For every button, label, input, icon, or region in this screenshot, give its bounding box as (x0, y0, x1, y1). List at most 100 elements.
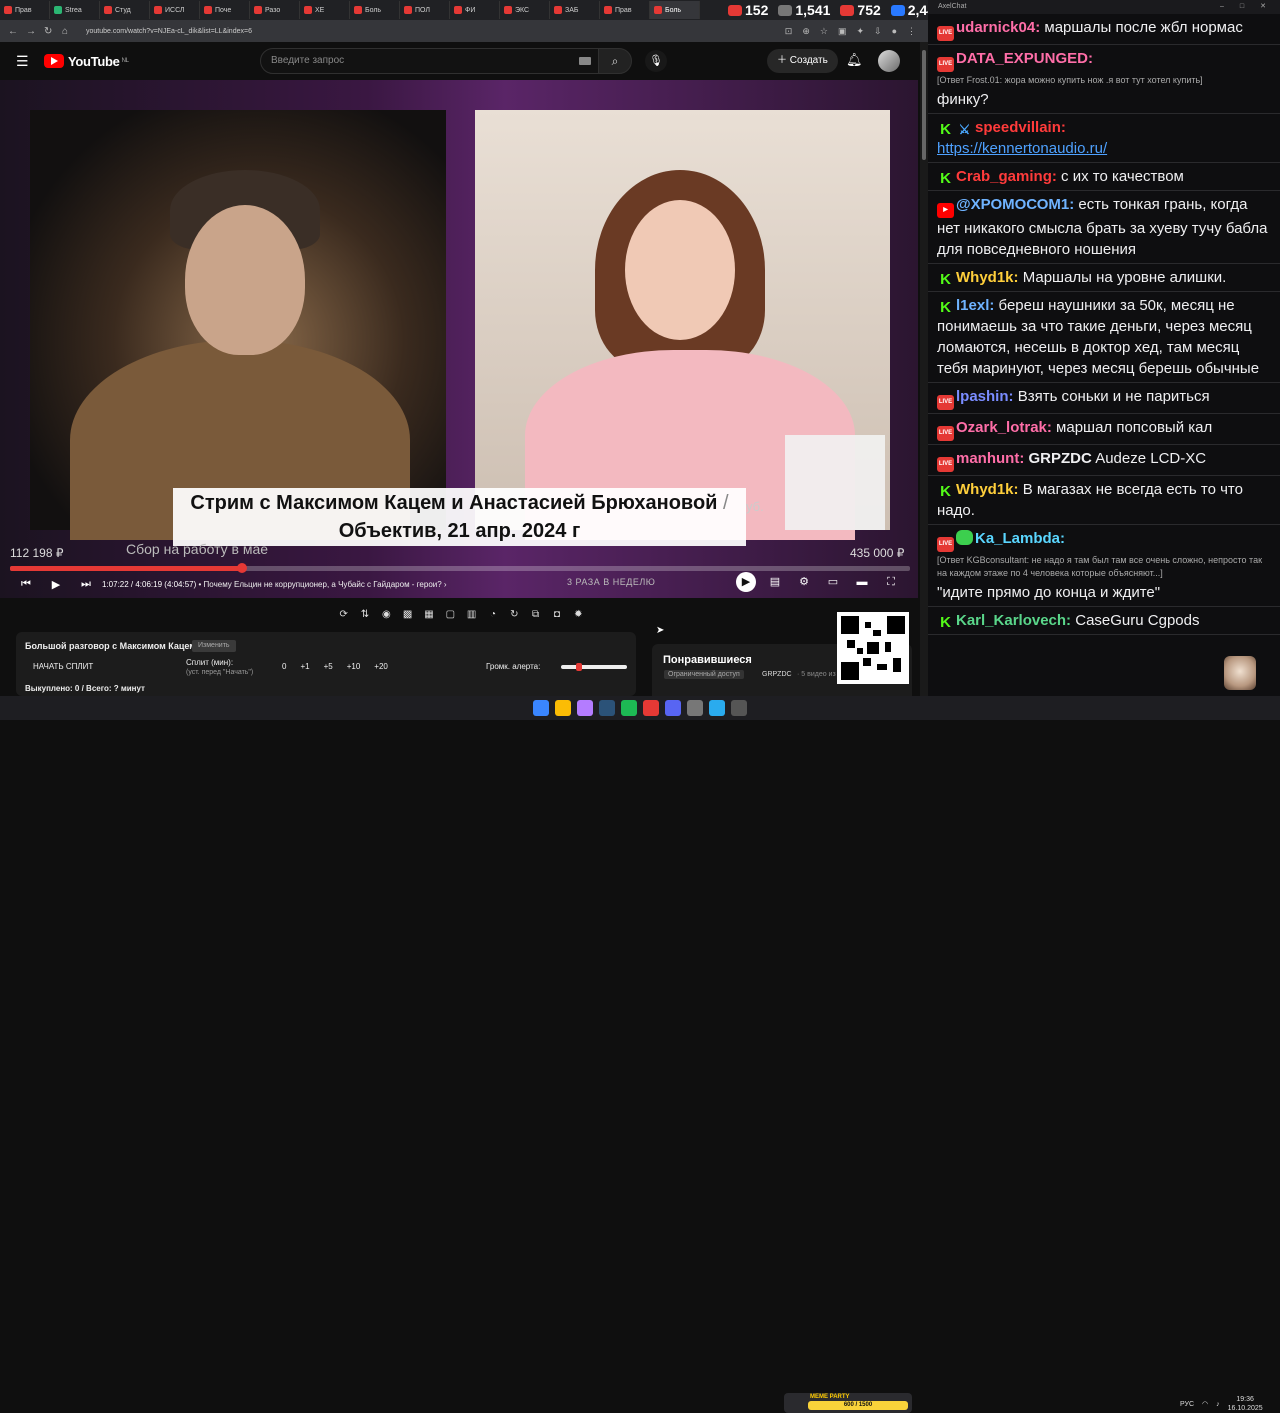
home-icon[interactable]: ⌂ (62, 26, 72, 37)
app-icon[interactable] (731, 700, 747, 716)
chat-username[interactable]: lpashin: (956, 388, 1014, 405)
browser-tab[interactable]: Поче (200, 1, 250, 19)
extension-icon[interactable]: ▣ (838, 26, 847, 37)
browser-tab[interactable]: ПОЛ (400, 1, 450, 19)
app-icon[interactable] (687, 700, 703, 716)
speed-icon[interactable]: ◔ (485, 608, 500, 622)
fullscreen-icon[interactable]: ⛶ (881, 572, 901, 592)
maximize-icon[interactable]: □ (1240, 0, 1244, 14)
camera-icon[interactable]: ◘ (549, 608, 564, 622)
extensions-puzzle-icon[interactable]: ✦ (856, 26, 864, 37)
slider-handle[interactable] (576, 663, 582, 671)
settings-gear-icon[interactable]: ⚙ (794, 572, 814, 592)
miniplayer-icon[interactable]: ▭ (823, 572, 843, 592)
chat-username[interactable]: speedvillain: (975, 119, 1066, 136)
browser-tab[interactable]: Прав (0, 1, 50, 19)
downloads-icon[interactable]: ⇩ (874, 26, 882, 37)
split-add-5-button[interactable]: +5 (324, 662, 333, 671)
chat-username[interactable]: Ka_Lambda: (975, 530, 1065, 547)
obs-icon[interactable] (577, 700, 593, 716)
chat-username[interactable]: Whyd1k: (956, 269, 1019, 286)
search-input[interactable]: Введите запрос (260, 48, 600, 74)
chrome-icon[interactable] (555, 700, 571, 716)
browser-tab[interactable]: ФИ (450, 1, 500, 19)
page-scrollbar[interactable] (920, 42, 928, 696)
chat-message-list[interactable]: LIVE udarnick04: маршалы после жбл нормас… (928, 14, 1280, 635)
forward-icon[interactable]: → (26, 26, 36, 37)
zoom-icon[interactable]: ⊕ (802, 26, 810, 37)
clock[interactable]: 19:36 16.10.2025 (1228, 1395, 1263, 1413)
chat-username[interactable]: manhunt: (956, 450, 1024, 467)
theater-mode-icon[interactable]: ▬ (852, 572, 872, 592)
clip-icon[interactable]: ▦ (421, 608, 436, 622)
steam-icon[interactable] (599, 700, 615, 716)
minimize-icon[interactable]: – (1220, 0, 1224, 14)
windows-start-icon[interactable] (533, 700, 549, 716)
split-add-1-button[interactable]: +1 (300, 662, 309, 671)
video-progress-bar[interactable] (10, 563, 910, 573)
chat-username[interactable]: Whyd1k: (956, 481, 1019, 498)
keyboard-icon[interactable] (579, 57, 591, 65)
audio-icon[interactable]: ◉ (379, 608, 394, 622)
reload-icon[interactable]: ↻ (44, 26, 54, 37)
translate-icon[interactable]: ⊡ (785, 26, 793, 37)
app-icon[interactable] (643, 700, 659, 716)
alert-volume-slider[interactable] (561, 663, 627, 671)
browser-tab[interactable]: Прав (600, 1, 650, 19)
chat-username[interactable]: Ozark_lotrak: (956, 419, 1052, 436)
volume-icon[interactable]: ♪ (1216, 1401, 1220, 1408)
bookmark-star-icon[interactable]: ☆ (820, 26, 828, 37)
grid-icon[interactable]: ▥ (464, 608, 479, 622)
chat-username[interactable]: l1exl: (956, 297, 994, 314)
start-split-button[interactable]: НАЧАТЬ СПЛИТ (33, 662, 93, 671)
split-add-20-button[interactable]: +20 (374, 662, 388, 671)
chat-link[interactable]: https://kennertonaudio.ru/ (937, 138, 1272, 159)
loop-icon[interactable]: ⟳ (336, 608, 351, 622)
play-icon[interactable]: ▶ (46, 578, 66, 591)
wifi-icon[interactable]: ◠ (1202, 1400, 1208, 1408)
chat-username[interactable]: Karl_Karlovech: (956, 612, 1071, 629)
avatar[interactable] (878, 50, 900, 72)
browser-tab[interactable]: Разо (250, 1, 300, 19)
menu-dots-icon[interactable]: ⋮ (907, 26, 916, 37)
screenshot-icon[interactable]: ▩ (400, 608, 415, 622)
autoplay-toggle-icon[interactable]: ▶ (736, 572, 756, 592)
spotify-icon[interactable] (621, 700, 637, 716)
search-button[interactable]: ⌕ (598, 48, 632, 74)
back-icon[interactable]: ← (8, 26, 18, 37)
rotate-icon[interactable]: ↻ (507, 608, 522, 622)
browser-tab[interactable]: Боль (650, 1, 700, 19)
settings-icon[interactable]: ✹ (571, 608, 586, 622)
previous-icon[interactable]: ⏮ (16, 578, 36, 591)
pip-icon[interactable]: ⧉ (528, 608, 543, 622)
edit-button[interactable]: Изменить (192, 640, 236, 652)
browser-tab[interactable]: ИССЛ (150, 1, 200, 19)
discord-icon[interactable] (665, 700, 681, 716)
youtube-logo[interactable]: YouTube NL (44, 54, 129, 69)
browser-tab[interactable]: ЗАБ (550, 1, 600, 19)
profile-icon[interactable]: ● (892, 26, 897, 37)
notifications-bell-icon[interactable]: 🔔︎ (846, 52, 863, 68)
chapter-title[interactable]: • Почему Ельцин не коррупционер, а Чубай… (199, 580, 442, 589)
split-add-10-button[interactable]: +10 (347, 662, 361, 671)
chat-username[interactable]: udarnick04: (956, 19, 1040, 36)
telegram-icon[interactable] (709, 700, 725, 716)
browser-tab[interactable]: ХЕ (300, 1, 350, 19)
sort-icon[interactable]: ⇅ (357, 608, 372, 622)
voice-search-button[interactable]: 🎙 (645, 50, 667, 72)
url-field[interactable]: youtube.com/watch?v=NJEa-cL_dik&list=LL&… (86, 28, 252, 35)
chat-username[interactable]: @ХРОМОСОМ1: (956, 196, 1074, 213)
video-player[interactable]: уб. Стрим с Максимом Кацем и Анастасией … (0, 80, 918, 598)
close-icon[interactable]: ✕ (1260, 0, 1266, 14)
language-indicator[interactable]: РУС (1180, 1401, 1194, 1408)
subtitles-icon[interactable]: ▤ (765, 572, 785, 592)
browser-tab[interactable]: Студ (100, 1, 150, 19)
browser-tab[interactable]: ЭКС (500, 1, 550, 19)
browser-tab[interactable]: Боль (350, 1, 400, 19)
next-icon[interactable]: ⏭ (76, 578, 96, 591)
hamburger-menu-icon[interactable]: ☰ (16, 53, 30, 70)
chat-username[interactable]: Crab_gaming: (956, 168, 1057, 185)
chat-username[interactable]: DATA_EXPUNGED: (956, 50, 1093, 67)
browser-tab[interactable]: Strea (50, 1, 100, 19)
playlist-owner[interactable]: GRPZDC (762, 671, 792, 678)
